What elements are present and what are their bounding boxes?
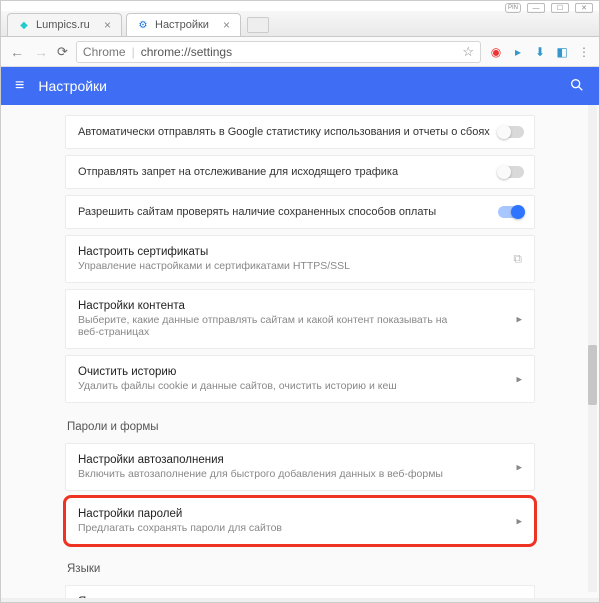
omnibox[interactable]: Chrome | chrome://settings ☆ (76, 41, 481, 63)
setting-clear-history[interactable]: Очистить историю Удалить файлы cookie и … (65, 355, 535, 403)
setting-passwords[interactable]: Настройки паролей Предлагать сохранять п… (65, 497, 535, 545)
reload-button[interactable]: ⟳ (57, 44, 68, 60)
gear-icon: ⚙ (137, 19, 149, 31)
hamburger-icon[interactable]: ≡ (15, 77, 24, 95)
extension-icon[interactable]: ◉ (489, 45, 503, 59)
setting-subtitle: Удалить файлы cookie и данные сайтов, оч… (78, 380, 458, 392)
scrollbar-thumb[interactable] (588, 345, 597, 405)
setting-content[interactable]: Настройки контента Выберите, какие данны… (65, 289, 535, 349)
omnibox-prefix: Chrome (83, 45, 126, 59)
setting-certificates[interactable]: Настроить сертификаты Управление настрой… (65, 235, 535, 283)
setting-subtitle: Включить автозаполнение для быстрого доб… (78, 468, 458, 480)
close-tab-icon[interactable]: × (223, 18, 230, 32)
scrollbar[interactable] (588, 105, 597, 592)
page-title: Настройки (38, 78, 107, 94)
chevron-right-icon: ▸ (516, 313, 522, 326)
setting-autofill[interactable]: Настройки автозаполнения Включить автоза… (65, 443, 535, 491)
search-icon[interactable] (569, 77, 585, 96)
window-bottom-border (1, 598, 599, 602)
setting-label: Автоматически отправлять в Google статис… (78, 126, 490, 138)
settings-header: ≡ Настройки (1, 67, 599, 105)
menu-icon[interactable]: ⋮ (577, 45, 591, 59)
browser-tab-settings[interactable]: ⚙ Настройки × (126, 13, 241, 36)
close-window-button[interactable]: ✕ (575, 3, 593, 13)
forward-button: → (33, 44, 49, 60)
external-link-icon: ⧉ (513, 252, 522, 267)
setting-title: Настройки контента (78, 300, 500, 312)
tab-strip: ◆ Lumpics.ru × ⚙ Настройки × (1, 11, 599, 37)
setting-toggle-stats[interactable]: Автоматически отправлять в Google статис… (65, 115, 535, 149)
chevron-right-icon: ▸ (516, 373, 522, 386)
toggle-switch[interactable] (498, 126, 524, 138)
extension-icon[interactable]: ◧ (555, 45, 569, 59)
setting-title: Настроить сертификаты (78, 246, 500, 258)
chevron-right-icon: ▸ (516, 515, 522, 528)
tab-title: Lumpics.ru (36, 19, 90, 31)
setting-subtitle: Выберите, какие данные отправлять сайтам… (78, 314, 458, 338)
setting-subtitle: Управление настройками и сертификатами H… (78, 260, 458, 272)
toggle-switch[interactable] (498, 206, 524, 218)
omnibox-url: chrome://settings (141, 45, 232, 59)
setting-title: Очистить историю (78, 366, 500, 378)
close-tab-icon[interactable]: × (104, 18, 111, 32)
section-langs-label: Языки (67, 563, 535, 575)
section-passwords-label: Пароли и формы (67, 421, 535, 433)
minimize-button[interactable]: — (527, 3, 545, 13)
favicon-icon: ◆ (18, 19, 30, 31)
setting-subtitle: Предлагать сохранять пароли для сайтов (78, 522, 458, 534)
settings-content: Автоматически отправлять в Google статис… (7, 105, 593, 600)
address-bar: ← → ⟳ Chrome | chrome://settings ☆ ◉ ▸ ⬇… (1, 37, 599, 67)
setting-title: Настройки паролей (78, 508, 500, 520)
pin-button[interactable]: PIN (505, 3, 521, 13)
browser-tab-lumpics[interactable]: ◆ Lumpics.ru × (7, 13, 122, 36)
setting-title: Настройки автозаполнения (78, 454, 500, 466)
extension-icon[interactable]: ⬇ (533, 45, 547, 59)
setting-label: Отправлять запрет на отслеживание для ис… (78, 166, 398, 178)
window-titlebar: PIN — ☐ ✕ (1, 1, 599, 11)
toggle-switch[interactable] (498, 166, 524, 178)
bookmark-star-icon[interactable]: ☆ (462, 44, 474, 60)
extension-icon[interactable]: ▸ (511, 45, 525, 59)
new-tab-button[interactable] (247, 17, 269, 33)
setting-label: Разрешить сайтам проверять наличие сохра… (78, 206, 436, 218)
tab-title: Настройки (155, 19, 209, 31)
setting-toggle-payments[interactable]: Разрешить сайтам проверять наличие сохра… (65, 195, 535, 229)
setting-toggle-dnt[interactable]: Отправлять запрет на отслеживание для ис… (65, 155, 535, 189)
maximize-button[interactable]: ☐ (551, 3, 569, 13)
back-button[interactable]: ← (9, 44, 25, 60)
chevron-right-icon: ▸ (516, 461, 522, 474)
